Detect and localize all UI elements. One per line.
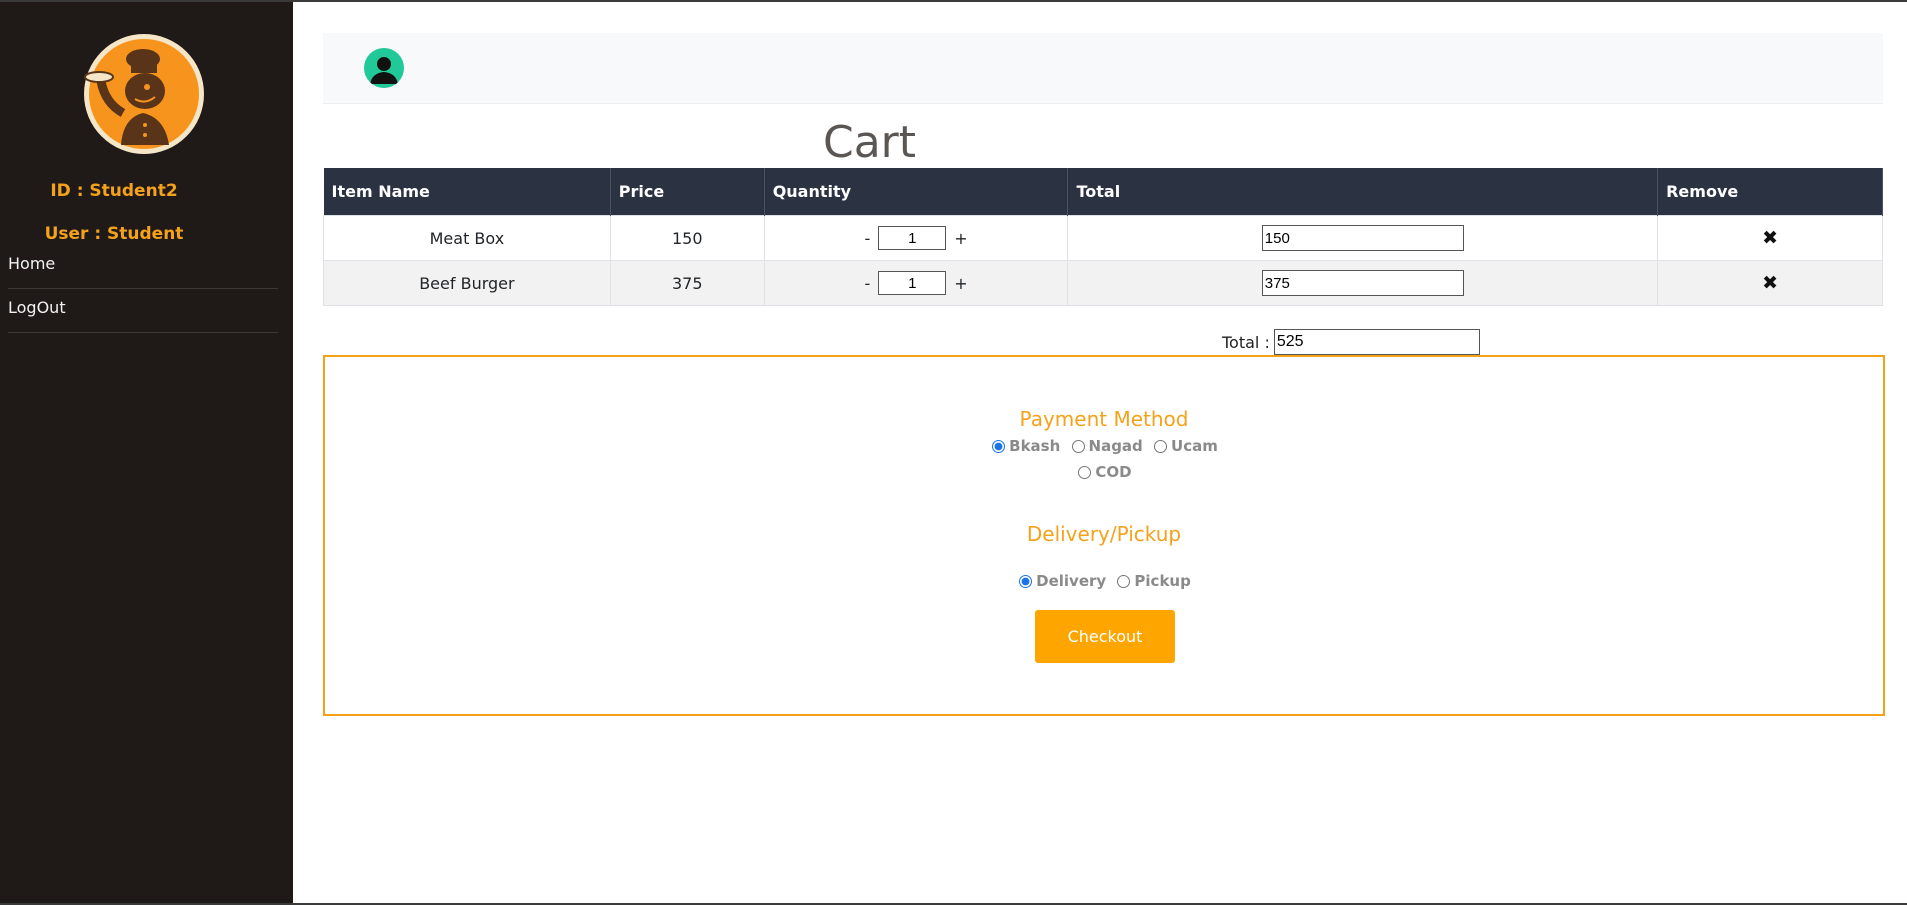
cod-label: COD [1095,463,1132,481]
payment-options-row: Bkash Nagad Ucam [325,437,1883,455]
user-avatar-icon[interactable] [364,48,404,88]
ucam-label: Ucam [1171,437,1218,455]
nav-logout-link[interactable]: LogOut [8,298,278,317]
payment-option-nagad[interactable]: Nagad [1070,437,1143,455]
column-header-quantity: Quantity [764,168,1069,216]
decrease-quantity-button[interactable]: - [864,229,870,248]
cod-radio[interactable] [1078,466,1092,479]
payment-option-bkash[interactable]: Bkash [990,437,1060,455]
item-total-field[interactable] [1261,270,1464,296]
column-header-price: Price [610,168,765,216]
table-header-row: Item Name Price Quantity Total Remove [323,168,1883,216]
delivery-option[interactable]: Delivery [1017,572,1106,590]
quantity-input[interactable] [878,271,947,295]
table-row: Beef Burger 375 - + ✖ [323,260,1883,306]
payment-method-heading: Payment Method [1019,407,1189,431]
item-price-cell: 150 [609,215,765,261]
user-role-label: User : Student [44,224,184,244]
nav-divider [8,288,278,289]
quantity-cell: - + [763,215,1069,261]
delivery-pickup-heading: Delivery/Pickup [1026,522,1182,546]
payment-option-cod[interactable]: COD [1076,463,1132,481]
nav-home-link[interactable]: Home [8,254,278,273]
column-header-remove: Remove [1657,168,1883,216]
decrease-quantity-button[interactable]: - [864,274,870,293]
checkout-button[interactable]: Checkout [1035,610,1175,663]
item-total-field[interactable] [1261,225,1464,251]
checkout-panel: Payment Method Bkash Nagad Ucam COD Deli… [323,355,1885,716]
remove-cell: ✖ [1657,260,1883,306]
grand-total-field[interactable] [1273,329,1480,355]
chef-logo [83,33,205,155]
pickup-label: Pickup [1134,572,1191,590]
grand-total-label: Total : [1222,332,1270,352]
increase-quantity-button[interactable]: + [954,274,967,293]
column-header-total: Total [1067,168,1659,216]
item-price-cell: 375 [609,260,765,306]
page-title: Cart [823,117,917,168]
delivery-label: Delivery [1036,572,1107,590]
close-icon[interactable]: ✖ [1762,272,1778,294]
payment-options-row: COD [325,463,1883,481]
nav-divider [8,332,278,333]
student-id-label: ID : Student2 [50,181,178,201]
payment-option-ucam[interactable]: Ucam [1152,437,1218,455]
cart-table: Item Name Price Quantity Total Remove Me… [323,168,1883,306]
remove-cell: ✖ [1657,215,1883,261]
column-header-item-name: Item Name [323,168,611,216]
pickup-radio[interactable] [1117,575,1131,588]
delivery-options-row: Delivery Pickup [325,572,1883,590]
increase-quantity-button[interactable]: + [954,229,967,248]
pickup-option[interactable]: Pickup [1115,572,1191,590]
bkash-label: Bkash [1009,437,1061,455]
grand-total: Total : [1222,329,1480,355]
nagad-label: Nagad [1088,437,1143,455]
top-bar [323,33,1883,104]
table-row: Meat Box 150 - + ✖ [323,215,1883,261]
close-icon[interactable]: ✖ [1762,227,1778,249]
quantity-input[interactable] [878,226,947,250]
item-total-cell [1067,260,1659,306]
ucam-radio[interactable] [1154,440,1168,453]
item-total-cell [1067,215,1659,261]
nagad-radio[interactable] [1071,440,1085,453]
quantity-cell: - + [763,260,1069,306]
item-name-cell: Meat Box [323,215,611,261]
sidebar: ID : Student2 User : Student Home LogOut [0,2,293,903]
bkash-radio[interactable] [992,440,1006,453]
delivery-radio[interactable] [1019,575,1033,588]
item-name-cell: Beef Burger [323,260,611,306]
